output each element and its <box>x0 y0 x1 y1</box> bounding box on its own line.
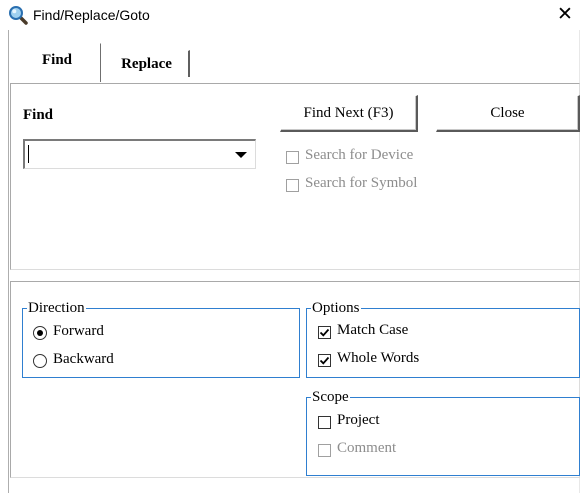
match-case-checkbox[interactable] <box>318 326 331 339</box>
scope-group: Scope <box>306 390 580 476</box>
checkmark-icon <box>319 356 330 365</box>
forward-label: Forward <box>53 323 104 339</box>
find-next-button[interactable]: Find Next (F3) <box>280 95 418 132</box>
close-icon[interactable]: ✕ <box>553 3 577 27</box>
window-left-border <box>8 30 9 493</box>
find-label: Find <box>23 107 54 123</box>
match-case-label: Match Case <box>337 322 409 338</box>
backward-label: Backward <box>53 351 114 367</box>
search-symbol-label: Search for Symbol <box>305 175 418 191</box>
magnifier-icon <box>8 5 28 25</box>
tab-replace[interactable]: Replace <box>104 50 190 77</box>
close-button[interactable]: Close <box>436 95 580 132</box>
whole-words-checkbox[interactable] <box>318 354 331 367</box>
comment-checkbox[interactable] <box>318 444 331 457</box>
comment-label: Comment <box>337 440 397 456</box>
search-device-label: Search for Device <box>305 147 414 163</box>
checkmark-icon <box>319 328 330 337</box>
project-label: Project <box>337 412 380 428</box>
direction-legend: Direction <box>28 300 85 316</box>
search-symbol-checkbox[interactable] <box>286 179 299 192</box>
search-device-checkbox[interactable] <box>286 151 299 164</box>
backward-radio[interactable] <box>33 354 47 368</box>
window-title: Find/Replace/Goto <box>33 7 150 23</box>
tab-find[interactable]: Find <box>13 43 101 82</box>
radio-dot <box>37 330 43 336</box>
forward-radio[interactable] <box>33 326 47 340</box>
text-caret <box>28 145 29 163</box>
triangle-down-icon[interactable] <box>231 145 251 165</box>
whole-words-label: Whole Words <box>337 350 420 366</box>
find-input[interactable] <box>27 143 227 165</box>
find-combo[interactable] <box>23 139 256 169</box>
project-checkbox[interactable] <box>318 416 331 429</box>
options-legend: Options <box>312 300 360 316</box>
scope-legend: Scope <box>312 389 349 405</box>
title-bar[interactable]: Find/Replace/Goto ✕ <box>0 0 580 30</box>
